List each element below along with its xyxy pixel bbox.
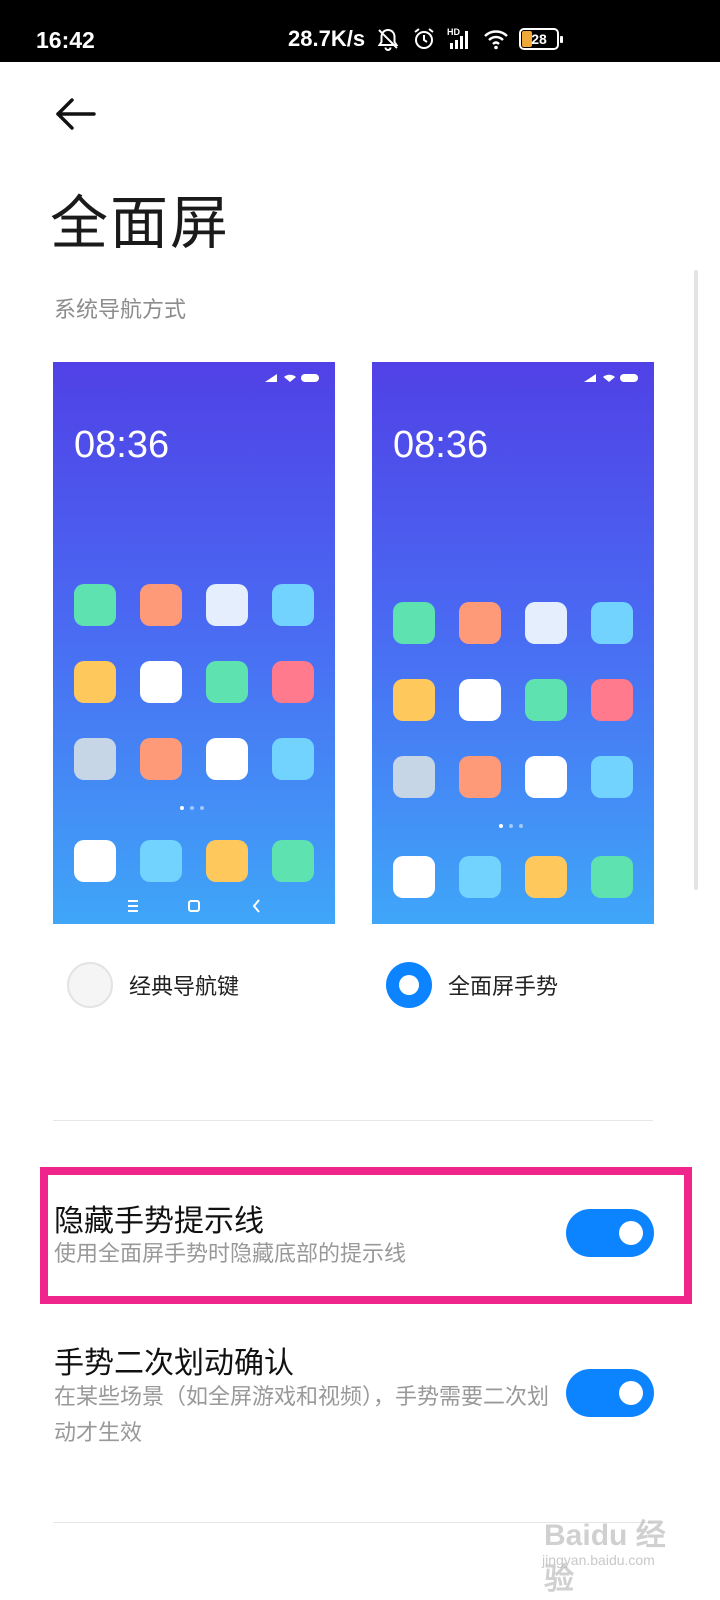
page-indicator: [499, 824, 523, 828]
page-indicator: [180, 806, 204, 810]
setting-desc-hide-gesture-line: 使用全面屏手势时隐藏底部的提示线: [54, 1242, 407, 1267]
page-dot: [180, 806, 184, 810]
app-icon: [74, 738, 116, 780]
preview-clock: 08:36: [74, 424, 170, 466]
back-key-icon: [252, 899, 260, 913]
app-icon: [393, 679, 435, 721]
app-icon: [206, 661, 248, 703]
app-icon: [74, 584, 116, 626]
signal-icon: HD: [447, 27, 469, 49]
navigation-keys: [128, 899, 260, 913]
toggle-hide-gesture-line[interactable]: [566, 1209, 654, 1257]
status-time: 16:42: [36, 27, 95, 53]
network-speed: 28.7K/s: [288, 26, 366, 51]
toggle-knob: [619, 1381, 643, 1405]
battery-level: 28: [531, 31, 547, 47]
app-icon: [140, 584, 182, 626]
bell-off-icon: [377, 28, 399, 51]
radio-label: 全面屏手势: [448, 975, 559, 1000]
app-icon: [272, 584, 314, 626]
radio-option-gestures[interactable]: 全面屏手势: [386, 962, 558, 1008]
dock-app-icon: [393, 856, 435, 898]
watermark-url: jingyan.baidu.com: [542, 1552, 655, 1568]
dock-app-icon: [272, 840, 314, 882]
preview-battery-icon: [301, 374, 319, 382]
preview-wifi-icon: [284, 374, 296, 382]
status-bar: 16:42 28.7K/s HD 28: [0, 0, 720, 62]
setting-title-swipe-twice: 手势二次划动确认: [54, 1346, 294, 1381]
page-dot: [200, 806, 204, 810]
app-icon: [140, 661, 182, 703]
app-icon: [591, 602, 633, 644]
toggle-knob: [619, 1221, 643, 1245]
dock-app-icon: [206, 840, 248, 882]
app-icon: [459, 756, 501, 798]
alarm-icon: [414, 28, 434, 49]
home-key-icon: [188, 900, 200, 912]
app-icon: [459, 602, 501, 644]
page-title: 全面屏: [50, 189, 231, 257]
radio-button[interactable]: [67, 962, 113, 1008]
dock-app-icon: [74, 840, 116, 882]
setting-desc-swipe-twice: 在某些场景（如全屏游戏和视频），手势需要二次划动才生效: [54, 1385, 550, 1446]
app-icon: [591, 756, 633, 798]
toggle-swipe-twice[interactable]: [566, 1369, 654, 1417]
dock-app-icon: [459, 856, 501, 898]
app-icon: [272, 661, 314, 703]
app-icon: [525, 679, 567, 721]
app-icon: [459, 679, 501, 721]
app-icon: [206, 738, 248, 780]
dock-app-icon: [591, 856, 633, 898]
app-icon: [525, 756, 567, 798]
dock-app-icon: [140, 840, 182, 882]
radio-label: 经典导航键: [129, 975, 240, 1000]
back-arrow-icon[interactable]: [52, 94, 100, 134]
wifi-icon: [484, 30, 508, 50]
radio-button[interactable]: [386, 962, 432, 1008]
app-icon: [591, 679, 633, 721]
preview-classic-navigation[interactable]: 08:36: [53, 362, 335, 924]
page-dot: [519, 824, 523, 828]
preview-clock: 08:36: [393, 424, 489, 466]
app-icon: [206, 584, 248, 626]
baidu-watermark: Baidu 经验 jingyan.baidu.com: [540, 1490, 690, 1596]
preview-gesture-navigation[interactable]: 08:36: [372, 362, 654, 924]
page-dot: [499, 824, 503, 828]
preview-status-icons: [584, 374, 638, 382]
app-icon: [272, 738, 314, 780]
app-icon: [74, 661, 116, 703]
preview-status-icons: [265, 374, 319, 382]
divider: [53, 1120, 653, 1121]
network-type-label: HD: [447, 27, 460, 37]
radio-option-classic-keys[interactable]: 经典导航键: [67, 962, 239, 1008]
setting-title-hide-gesture-line: 隐藏手势提示线: [54, 1204, 264, 1239]
menu-key-icon: [128, 900, 138, 912]
dock-app-icon: [525, 856, 567, 898]
app-icon: [140, 738, 182, 780]
page-dot: [190, 806, 194, 810]
app-icon: [393, 602, 435, 644]
app-icon: [393, 756, 435, 798]
page-dot: [509, 824, 513, 828]
battery-icon: 28: [519, 28, 564, 50]
preview-battery-icon: [620, 374, 638, 382]
scrollbar[interactable]: [694, 270, 698, 890]
preview-signal-icon: [265, 374, 277, 382]
preview-signal-icon: [584, 374, 596, 382]
status-indicators: 28.7K/s HD 28: [288, 24, 564, 54]
app-icon: [525, 602, 567, 644]
preview-wifi-icon: [603, 374, 615, 382]
section-label-navigation: 系统导航方式: [54, 298, 187, 323]
